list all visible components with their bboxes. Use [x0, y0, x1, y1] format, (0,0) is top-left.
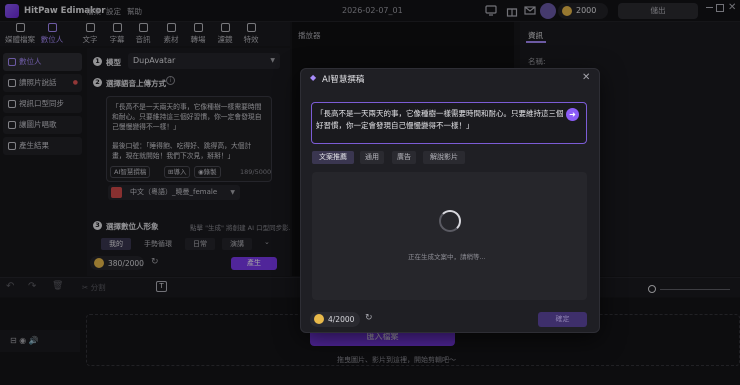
prompt-line-2: 好習慣，你一定會發現自己慢慢變得不一樣！」	[316, 121, 474, 130]
generation-area	[312, 172, 587, 300]
prompt-line-1: 「長高不是一天兩天的事，它像種樹一樣需要時間和耐心。只要維持這三個	[316, 109, 564, 118]
generating-status: 正在生成文案中，請稍等...	[408, 253, 486, 261]
sparkle-icon: ◆	[310, 73, 317, 82]
arrow-right-icon: ➜	[569, 110, 576, 119]
tab-general[interactable]: 通用	[360, 151, 384, 164]
tab-explainer[interactable]: 解說影片	[423, 151, 465, 164]
modal-title: AI智慧撰稿	[322, 75, 365, 85]
coin-icon	[314, 314, 324, 324]
confirm-button[interactable]: 確定	[538, 312, 587, 327]
tab-copy-recommend[interactable]: 文案推薦	[312, 151, 354, 164]
modal-credit-usage: 4/2000	[328, 315, 355, 324]
close-icon[interactable]: ✕	[582, 72, 590, 83]
tab-advertising[interactable]: 廣告	[392, 151, 416, 164]
loading-spinner-icon	[439, 210, 461, 232]
refresh-icon[interactable]: ↻	[365, 313, 373, 323]
send-button[interactable]: ➜	[566, 108, 579, 121]
